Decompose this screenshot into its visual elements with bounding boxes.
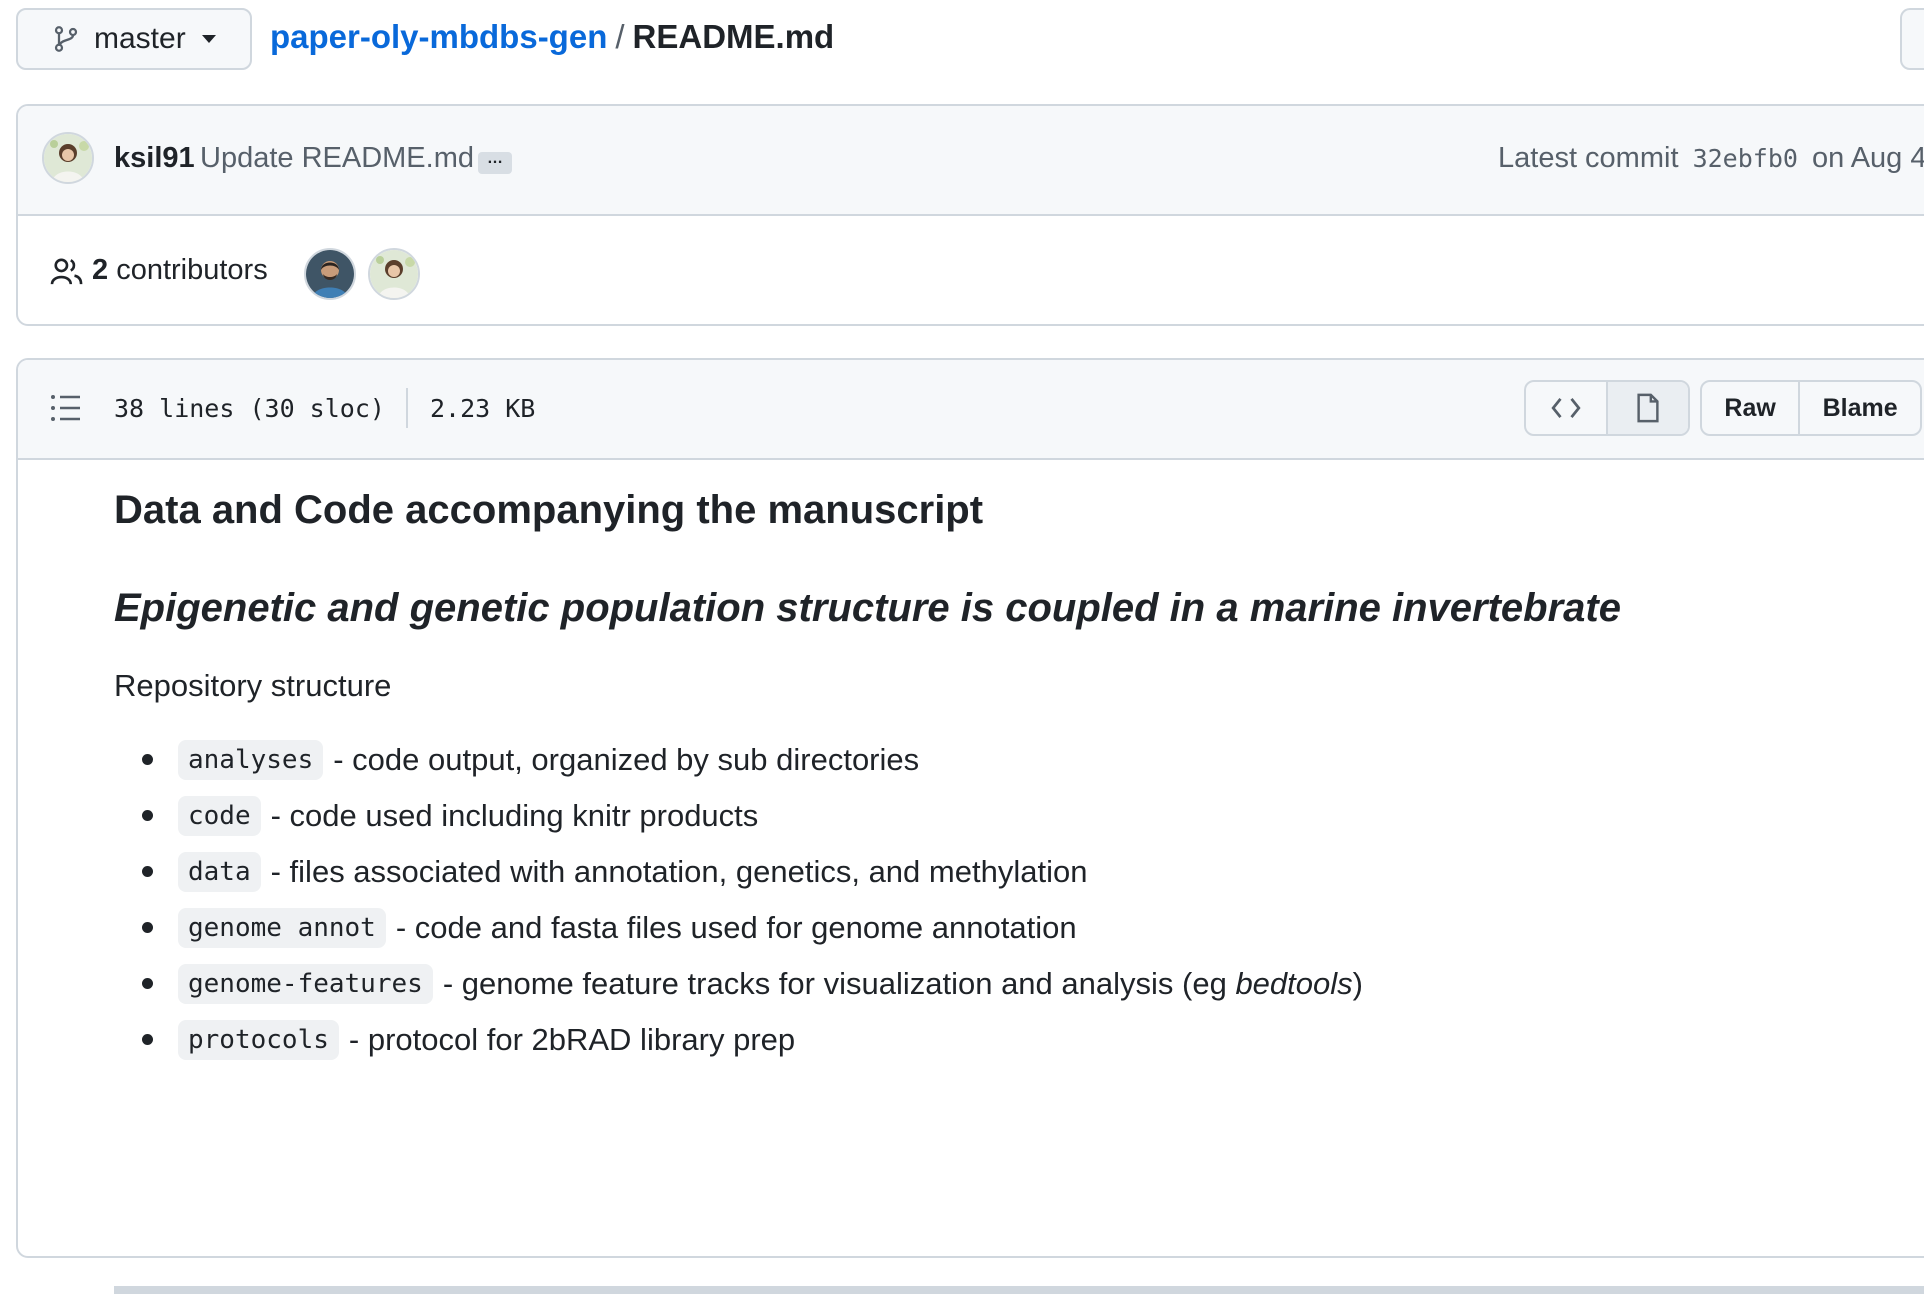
- contributors-count: 2: [92, 254, 109, 286]
- breadcrumb: paper-oly-mbdbs-gen / README.md: [270, 18, 834, 56]
- bullet: [142, 1034, 153, 1045]
- list-item: genome-features - genome feature tracks f…: [114, 956, 1363, 1012]
- people-icon: [50, 258, 83, 285]
- file-icon: [1637, 393, 1659, 423]
- file-size: 2.23 KB: [430, 394, 536, 423]
- inline-code: code: [178, 796, 261, 836]
- list-item-text: - genome feature tracks for visualizatio…: [443, 966, 1363, 1002]
- readme-subheading: Epigenetic and genetic population struct…: [114, 586, 1621, 630]
- bullet: [142, 866, 153, 877]
- branch-selector-button[interactable]: master: [16, 8, 252, 70]
- inline-code: genome annot: [178, 908, 386, 948]
- caret-down-icon: [201, 35, 216, 43]
- inline-code: data: [178, 852, 261, 892]
- list-item: analyses - code output, organized by sub …: [114, 732, 1363, 788]
- author-avatar[interactable]: [42, 132, 94, 184]
- bullet: [142, 922, 153, 933]
- list-item-text: - code used including knitr products: [270, 798, 759, 833]
- list-item-emphasis: bedtools: [1235, 966, 1353, 1001]
- commit-box: ksil91 Update README.md … Latest commit …: [16, 104, 1924, 326]
- inline-code: genome-features: [178, 964, 433, 1004]
- bullet: [142, 754, 153, 765]
- breadcrumb-separator: /: [615, 18, 625, 55]
- contributors-label: contributors: [116, 254, 268, 286]
- commit-date: on Aug 4,: [1811, 142, 1924, 174]
- bullet: [142, 978, 153, 989]
- contributors-link[interactable]: 2 contributors: [92, 254, 268, 287]
- list-item: data - files associated with annotation, …: [114, 844, 1363, 900]
- go-to-file-button[interactable]: [1900, 8, 1924, 70]
- file-viewer: 38 lines (30 sloc) 2.23 KB Raw Blame Dat…: [16, 358, 1924, 1294]
- inline-code: protocols: [178, 1020, 339, 1060]
- latest-commit-label: Latest commit: [1498, 142, 1679, 174]
- raw-button[interactable]: Raw: [1702, 382, 1798, 434]
- latest-commit-row: ksil91 Update README.md … Latest commit …: [18, 106, 1924, 216]
- list-item: protocols - protocol for 2bRAD library pr…: [114, 1012, 1363, 1068]
- contributors-row: 2 contributors: [18, 214, 1924, 326]
- inline-code: analyses: [178, 740, 324, 780]
- git-branch-icon: [54, 26, 78, 52]
- view-toggle: [1524, 380, 1690, 436]
- file-name: README.md: [632, 18, 835, 55]
- list-item-text: - code and fasta files used for genome a…: [395, 910, 1077, 945]
- list-item: genome annot - code and fasta files used …: [114, 900, 1363, 956]
- file-header: 38 lines (30 sloc) 2.23 KB Raw Blame: [18, 360, 1924, 460]
- commit-author-link[interactable]: ksil91: [114, 142, 195, 175]
- contributor-avatar[interactable]: [304, 248, 356, 300]
- blame-button[interactable]: Blame: [1798, 382, 1920, 434]
- raw-blame-group: Raw Blame: [1700, 380, 1922, 436]
- list-unordered-icon[interactable]: [50, 394, 82, 422]
- code-view-button[interactable]: [1526, 382, 1606, 434]
- horizontal-rule: [114, 1286, 1924, 1294]
- preview-view-button[interactable]: [1606, 382, 1688, 434]
- commit-message-link[interactable]: Update README.md: [200, 142, 474, 175]
- branch-name: master: [94, 22, 186, 55]
- list-item-text-end: ): [1352, 966, 1363, 1001]
- code-icon: [1551, 397, 1581, 419]
- expand-commit-message-button[interactable]: …: [478, 151, 512, 174]
- readme-heading: Data and Code accompanying the manuscrip…: [114, 488, 984, 532]
- latest-commit-info: Latest commit 32ebfb0 on Aug 4,: [1498, 142, 1924, 175]
- readme-paragraph: Repository structure: [114, 668, 392, 703]
- list-item-text: - files associated with annotation, gene…: [270, 854, 1088, 889]
- bullet: [142, 810, 153, 821]
- repo-link[interactable]: paper-oly-mbdbs-gen: [270, 18, 607, 55]
- commit-sha-link[interactable]: 32ebfb0: [1693, 144, 1798, 173]
- list-item: code - code used including knitr products: [114, 788, 1363, 844]
- file-line-count: 38 lines (30 sloc): [114, 394, 385, 423]
- contributor-avatar[interactable]: [368, 248, 420, 300]
- list-item-text-main: - genome feature tracks for visualizatio…: [442, 966, 1236, 1001]
- file-info-divider: [406, 388, 408, 428]
- repo-structure-list: analyses - code output, organized by sub …: [114, 732, 1363, 1068]
- list-item-text: - protocol for 2bRAD library prep: [348, 1022, 796, 1057]
- list-item-text: - code output, organized by sub director…: [333, 742, 920, 777]
